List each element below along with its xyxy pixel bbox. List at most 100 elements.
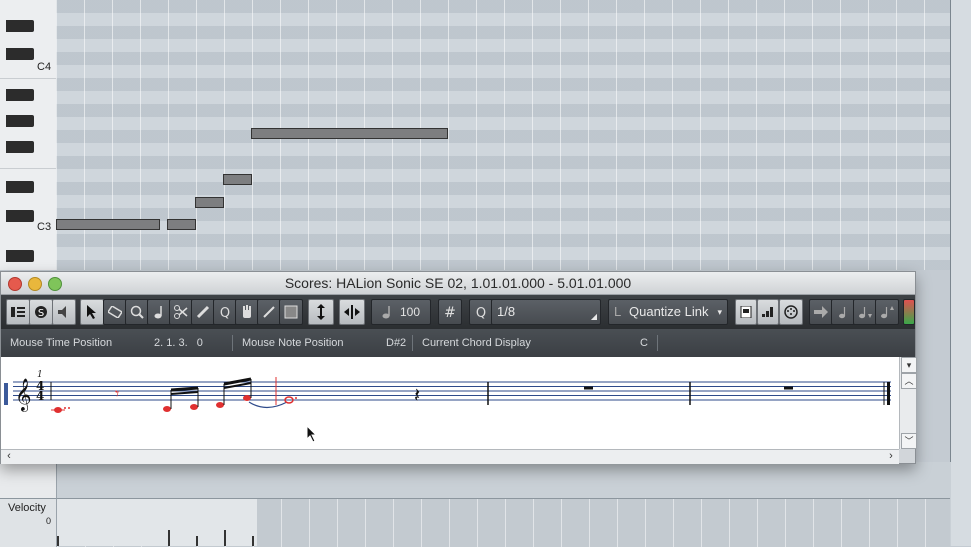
list-icon [11, 307, 25, 317]
scroll-left-button[interactable]: ‹ [2, 450, 16, 463]
color-scheme-button[interactable] [903, 299, 915, 325]
page-icon [740, 306, 752, 318]
midi-note[interactable] [251, 128, 448, 139]
black-key[interactable] [6, 48, 34, 60]
key-divider [0, 168, 56, 169]
arrow-right-icon [814, 306, 828, 318]
scroll-right-button[interactable]: › [884, 450, 898, 463]
vertical-scrollbar[interactable]: ▾ ︿ ﹀ [899, 357, 917, 449]
info-divider [232, 335, 233, 351]
velocity-bar[interactable] [57, 536, 59, 546]
snap-button[interactable]: # [438, 299, 462, 325]
quantize-button[interactable]: Q [469, 299, 493, 325]
cut-notes-tool[interactable] [169, 299, 193, 325]
velocity-note-icon [382, 306, 390, 319]
title-bar[interactable]: Scores: HALion Sonic SE 02, 1.01.01.000 … [1, 272, 915, 295]
velocity-bar[interactable] [252, 536, 254, 546]
auto-scroll-button[interactable] [308, 299, 334, 325]
right-panel [951, 0, 971, 546]
staff-selection-marker [4, 383, 8, 405]
color-box-icon [284, 305, 298, 319]
chord-value: C [640, 337, 648, 349]
object-selection-tool[interactable] [80, 299, 104, 325]
score-editor-window[interactable]: Scores: HALion Sonic SE 02, 1.01.01.000 … [0, 271, 917, 464]
velocity-selection [57, 499, 257, 546]
black-key[interactable] [6, 115, 34, 127]
quantize-link-label: Quantize Link [629, 304, 709, 319]
mouse-note-value: D#2 [386, 337, 407, 349]
svg-text:#: # [444, 305, 456, 319]
final-barline-thick [887, 382, 890, 405]
midi-note[interactable] [167, 219, 196, 230]
grid-hash-icon: # [444, 305, 456, 319]
acoustic-feedback-button[interactable] [52, 299, 76, 325]
zoom-tool[interactable] [125, 299, 149, 325]
note-beam [170, 391, 199, 395]
note-up-icon [881, 306, 894, 319]
scroll-down-button[interactable]: ﹀ [901, 433, 917, 449]
glue-icon [196, 305, 210, 319]
insert-note-tool[interactable] [147, 299, 171, 325]
independent-track-loop-button[interactable] [339, 299, 365, 325]
solo-button[interactable]: S [29, 299, 53, 325]
quantize-q-icon: Q [476, 306, 486, 319]
inspector-toggle-button[interactable] [6, 299, 30, 325]
black-key[interactable] [6, 210, 34, 222]
midi-note[interactable] [195, 197, 224, 208]
score-note [163, 406, 171, 412]
note-beam [170, 386, 199, 392]
insert-velocity-field[interactable]: 100 [371, 299, 431, 325]
hand-icon [243, 305, 251, 318]
chevron-down-icon: ▾ [717, 307, 722, 317]
midi-input-button[interactable] [779, 299, 803, 325]
black-key[interactable] [6, 181, 34, 193]
hand-tool[interactable] [235, 299, 259, 325]
horizontal-scrollbar[interactable]: ‹ › [1, 449, 899, 464]
length-quantize-select[interactable]: L Quantize Link ▾ [608, 299, 728, 325]
window-title: Scores: HALion Sonic SE 02, 1.01.01.000 … [284, 275, 632, 291]
step-input-button[interactable] [809, 299, 833, 325]
black-key[interactable] [6, 89, 34, 101]
glue-tool[interactable] [191, 299, 215, 325]
erase-tool[interactable] [103, 299, 127, 325]
pitch-up-button[interactable] [875, 299, 899, 325]
score-note [243, 395, 251, 401]
key-label-c4: C4 [37, 61, 52, 73]
layout-tool[interactable]: Q [213, 299, 237, 325]
score-display[interactable]: 𝄞 1 4 4 𝄾 𝄽 [1, 357, 899, 449]
length-icon: L [614, 304, 622, 319]
black-key[interactable] [6, 250, 34, 262]
scroll-up-button[interactable]: ︿ [901, 373, 917, 389]
black-key[interactable] [6, 20, 34, 32]
move-insert-button[interactable] [831, 299, 855, 325]
scroll-menu-button[interactable]: ▾ [901, 357, 917, 373]
color-tool[interactable] [279, 299, 303, 325]
info-line: Mouse Time Position 2. 1. 3. 0 Mouse Not… [1, 329, 915, 357]
staircase-icon [762, 307, 773, 317]
note-dot [68, 407, 70, 409]
velocity-bar[interactable] [168, 530, 170, 546]
speaker-icon [58, 306, 66, 318]
piano-keyboard[interactable]: C4 C3 [0, 0, 57, 270]
velocity-bar[interactable] [196, 536, 198, 546]
dropdown-arrow-icon: ◢ [590, 312, 597, 321]
pitch-down-button[interactable] [853, 299, 877, 325]
note-grid[interactable] [56, 0, 951, 270]
layout-settings-button[interactable] [735, 299, 757, 325]
quantize-preset-select[interactable]: 1/8 ◢ [491, 299, 601, 325]
note-dot [64, 407, 66, 409]
pencil-tool[interactable] [257, 299, 281, 325]
midi-note[interactable] [56, 219, 160, 230]
symbols-button[interactable] [757, 299, 779, 325]
svg-text:S: S [38, 308, 44, 319]
velocity-zero: 0 [46, 516, 52, 526]
staff-svg[interactable]: 𝄞 1 4 4 𝄾 𝄽 [1, 357, 899, 449]
black-key[interactable] [6, 141, 34, 153]
velocity-bar[interactable] [224, 530, 226, 546]
velocity-value: 100 [400, 305, 421, 319]
velocity-label: Velocity [8, 502, 46, 514]
mouse-note-label: Mouse Note Position [242, 337, 344, 349]
toolbar: S Q 100 # Q 1/8 ◢ L Quantize Link ▾ [1, 295, 915, 329]
midi-note[interactable] [223, 174, 252, 185]
note-dot [295, 397, 297, 399]
